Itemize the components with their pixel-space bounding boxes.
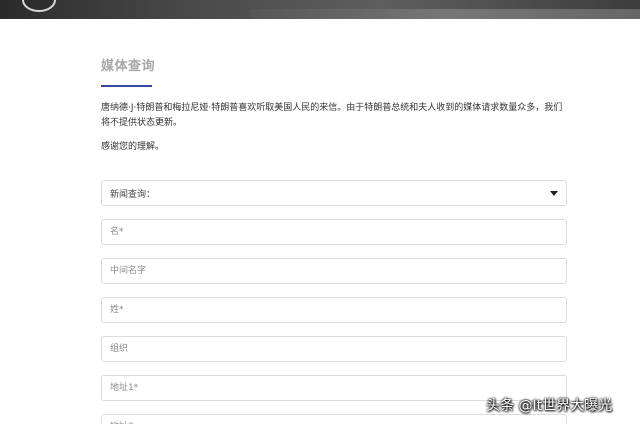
middle-name-field-wrapper — [101, 258, 567, 284]
address2-input[interactable] — [110, 415, 558, 424]
first-name-field-wrapper — [101, 219, 567, 245]
inquiry-type-value: 新闻查询： — [110, 189, 156, 200]
middle-name-input[interactable] — [110, 259, 558, 283]
watermark: 头条 @It世界大曝光 — [486, 398, 613, 414]
caret-down-icon — [550, 190, 558, 196]
inquiry-type-select[interactable]: 新闻查询： — [101, 180, 567, 206]
title-underline — [101, 85, 152, 87]
organization-input[interactable] — [110, 337, 558, 361]
thanks-paragraph: 感谢您的理解。 — [101, 142, 165, 152]
presidential-seal-icon — [22, 0, 56, 12]
organization-field-wrapper — [101, 336, 567, 362]
hero-image-strip — [0, 0, 640, 19]
last-name-input[interactable] — [110, 298, 558, 322]
section-title: 媒体查询 — [101, 59, 156, 74]
address2-field-wrapper — [101, 414, 567, 424]
last-name-field-wrapper — [101, 297, 567, 323]
intro-paragraph: 唐纳德·J·特朗普和梅拉尼娅·特朗普喜欢听取美国人民的来信。由于特朗普总统和夫人… — [101, 103, 563, 128]
first-name-input[interactable] — [110, 220, 558, 244]
hero-background — [250, 9, 640, 19]
